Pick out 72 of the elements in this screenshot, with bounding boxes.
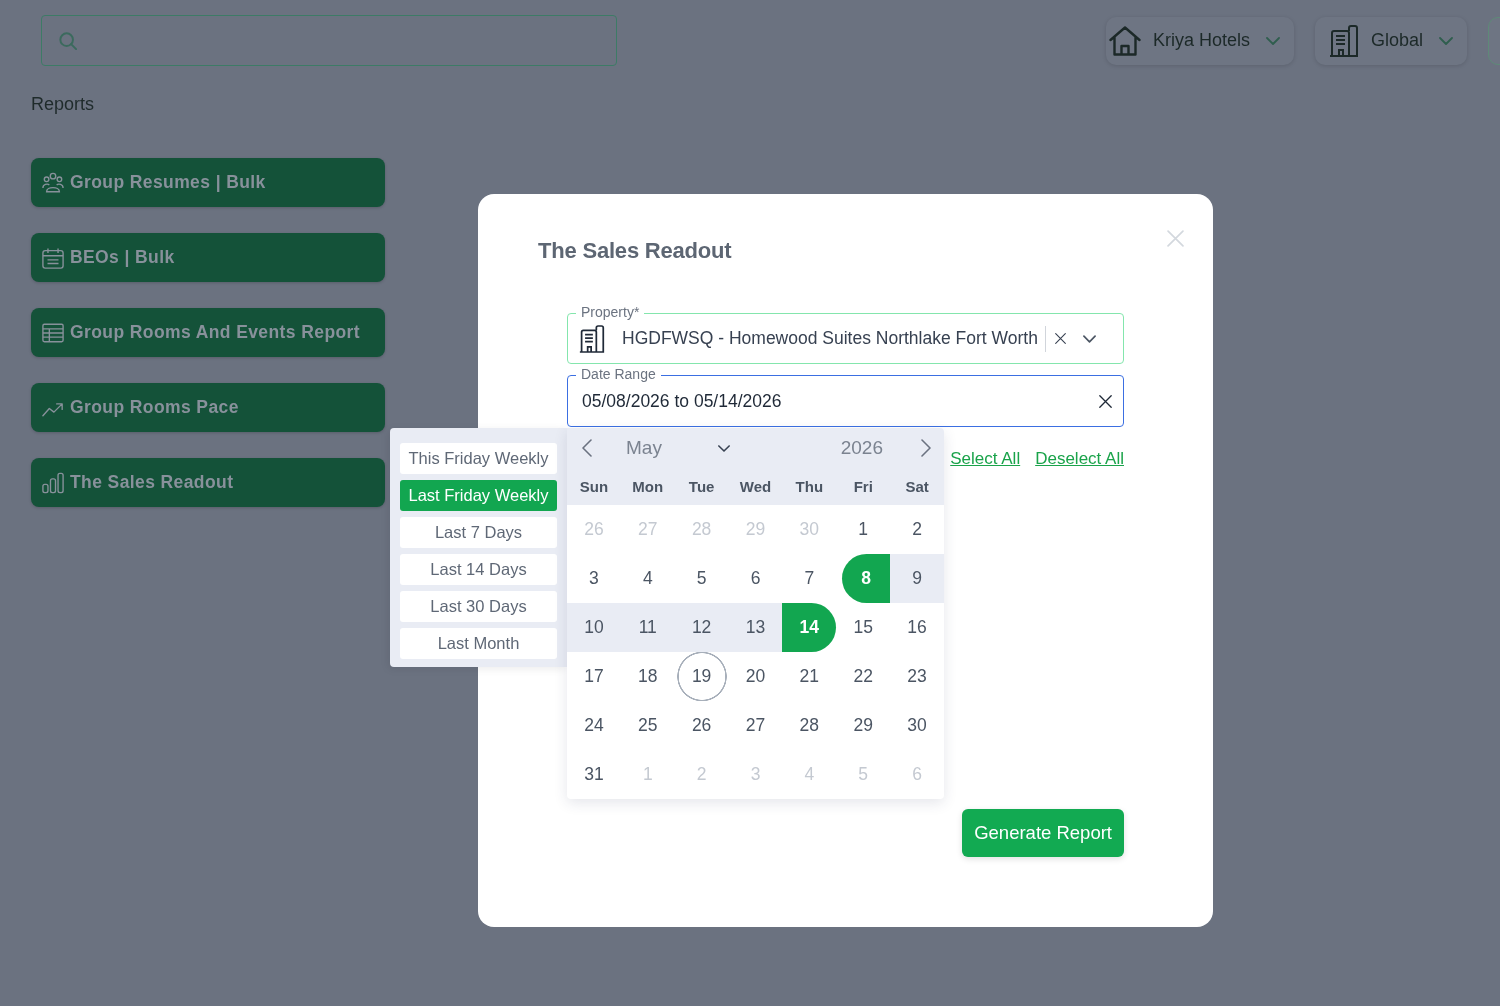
preset-button[interactable]: Last 14 Days: [400, 554, 557, 585]
day-cell[interactable]: 17: [567, 652, 621, 701]
day-cell[interactable]: 7: [782, 554, 837, 603]
building-icon: [1328, 24, 1359, 57]
bar-chart-icon: [42, 471, 64, 494]
day-cell[interactable]: 15: [836, 603, 891, 652]
weekday-label: Thu: [794, 478, 825, 495]
day-cell[interactable]: 25: [620, 701, 675, 750]
day-cell[interactable]: 24: [567, 701, 621, 750]
day-cell[interactable]: 11: [620, 603, 675, 652]
chevron-left-icon[interactable]: [582, 439, 592, 457]
day-cell[interactable]: 23: [890, 652, 944, 701]
chevron-down-icon: [1439, 36, 1453, 45]
preset-button[interactable]: Last 7 Days: [400, 517, 557, 548]
search-icon: [59, 31, 77, 50]
weekday-label: Wed: [738, 478, 773, 495]
house-icon: [1108, 25, 1141, 56]
day-cell[interactable]: 20: [728, 652, 783, 701]
selected-value: HGDFWSQ - Homewood Suites Northlake Fort Worth: [622, 328, 1038, 349]
day-cell[interactable]: 12: [674, 603, 729, 652]
chevron-down-icon: [718, 444, 730, 452]
modal-title: The Sales Readout: [538, 237, 732, 265]
people-icon: [42, 171, 64, 194]
day-cell[interactable]: 26: [674, 701, 729, 750]
preset-button[interactable]: Last Month: [400, 628, 557, 659]
weekday-label: Tue: [687, 478, 716, 495]
day-cell[interactable]: 3: [567, 554, 621, 603]
weekday-label: Sun: [578, 478, 610, 495]
calendar-icon: [42, 246, 64, 269]
day-cell[interactable]: 13: [728, 603, 783, 652]
day-cell[interactable]: 1: [836, 505, 891, 554]
month-dropdown[interactable]: May: [616, 437, 732, 459]
search-field[interactable]: [41, 15, 617, 66]
day-cell[interactable]: 22: [836, 652, 891, 701]
building-icon: [579, 324, 605, 353]
day-cell[interactable]: 29: [836, 701, 891, 750]
chevron-down-icon: [1265, 36, 1280, 45]
day-cell[interactable]: 30: [890, 701, 944, 750]
field-value: 05/08/2026 to 05/14/2026: [582, 390, 783, 412]
day-cell[interactable]: 19: [674, 652, 729, 701]
header-dropdown[interactable]: Kriya Hotels: [1105, 16, 1294, 65]
day-cell[interactable]: 27: [728, 701, 783, 750]
text-link[interactable]: Deselect All: [1035, 447, 1124, 471]
day-cell[interactable]: 2: [890, 505, 944, 554]
day-cell[interactable]: 10: [567, 603, 621, 652]
day-cell[interactable]: 18: [620, 652, 675, 701]
text-link[interactable]: Select All: [950, 447, 1021, 471]
page-heading: Reports: [31, 93, 95, 115]
header-dropdown[interactable]: Global: [1314, 16, 1467, 65]
field-label: Date Range: [576, 366, 661, 383]
chevron-down-icon[interactable]: [1082, 334, 1096, 343]
day-cell[interactable]: 31: [567, 750, 621, 799]
day-cell[interactable]: 6: [728, 554, 783, 603]
chevron-right-icon[interactable]: [921, 439, 931, 457]
day-cell[interactable]: 5: [674, 554, 729, 603]
preset-button[interactable]: This Friday Weekly: [400, 443, 557, 474]
clear-icon[interactable]: [1054, 333, 1066, 344]
day-cell[interactable]: 9: [890, 554, 944, 603]
clear-icon[interactable]: [1099, 394, 1112, 408]
weekday-label: Sat: [904, 478, 930, 495]
property-select[interactable]: Property* HGDFWSQ - Homewood Suites Northlake Fort Worth: [567, 304, 1124, 364]
date-range-field[interactable]: Date Range 05/08/2026 to 05/14/2026: [567, 366, 1124, 427]
field-label: Property*: [576, 304, 645, 321]
year-label: 2026: [840, 437, 883, 459]
preset-button[interactable]: Last 30 Days: [400, 591, 557, 622]
weekday-label: Fri: [852, 478, 874, 495]
table-icon: [42, 321, 64, 344]
day-cell[interactable]: 16: [890, 603, 944, 652]
day-cell[interactable]: 21: [782, 652, 837, 701]
day-cell[interactable]: 28: [782, 701, 837, 750]
day-cell[interactable]: 4: [620, 554, 675, 603]
weekday-label: Mon: [631, 478, 665, 495]
